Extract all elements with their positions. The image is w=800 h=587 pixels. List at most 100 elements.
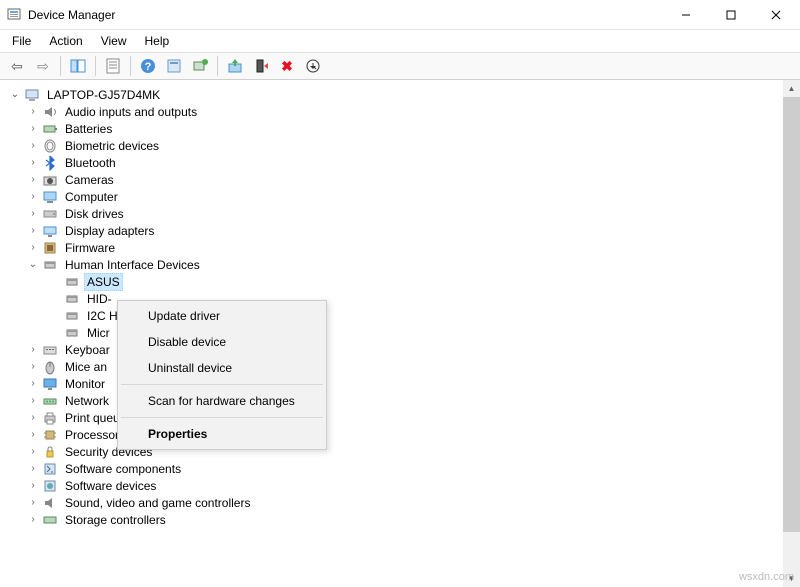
- minimize-button[interactable]: [663, 0, 708, 29]
- category-label: Cameras: [62, 172, 117, 188]
- svg-text:?: ?: [145, 61, 152, 73]
- chevron-right-icon[interactable]: ›: [26, 445, 40, 459]
- chevron-right-icon[interactable]: ›: [26, 428, 40, 442]
- firmware-icon: [42, 240, 58, 256]
- category-label: Network: [62, 393, 112, 409]
- tree-category[interactable]: › Cameras: [8, 172, 800, 188]
- category-label: Monitor: [62, 376, 108, 392]
- computer-icon: [42, 189, 58, 205]
- chevron-right-icon[interactable]: ›: [26, 122, 40, 136]
- category-label: Biometric devices: [62, 138, 162, 154]
- tree-category[interactable]: ›Audio inputs and outputs: [8, 104, 800, 120]
- menu-scan-hardware[interactable]: Scan for hardware changes: [120, 388, 324, 414]
- vertical-scrollbar[interactable]: ▲ ▼: [783, 80, 800, 587]
- mouse-icon: [42, 359, 58, 375]
- chevron-right-icon[interactable]: ›: [26, 360, 40, 374]
- category-label: Human Interface Devices: [62, 257, 203, 273]
- network-icon: [42, 393, 58, 409]
- toolbar-separator: [217, 56, 218, 76]
- tree-category[interactable]: ›Software devices: [8, 478, 800, 494]
- chevron-right-icon[interactable]: ›: [26, 207, 40, 221]
- action-button[interactable]: [162, 54, 186, 78]
- tree-root[interactable]: ⌄ LAPTOP-GJ57D4MK: [8, 87, 800, 103]
- tree-category[interactable]: ⌄ Human Interface Devices: [8, 257, 800, 273]
- chevron-right-icon[interactable]: ›: [26, 496, 40, 510]
- scroll-up-button[interactable]: ▲: [783, 80, 800, 97]
- update-driver-button[interactable]: [223, 54, 247, 78]
- monitor-icon: [42, 376, 58, 392]
- hid-icon: [42, 257, 58, 273]
- chevron-right-icon[interactable]: ›: [26, 411, 40, 425]
- scrollbar-track[interactable]: [783, 97, 800, 570]
- uninstall-device-button[interactable]: ✖: [275, 54, 299, 78]
- more-actions-button[interactable]: [301, 54, 325, 78]
- show-hide-tree-button[interactable]: [66, 54, 90, 78]
- category-label: Computer: [62, 189, 121, 205]
- properties-button[interactable]: [101, 54, 125, 78]
- help-button[interactable]: ?: [136, 54, 160, 78]
- chevron-right-icon[interactable]: ›: [26, 479, 40, 493]
- toolbar: ⇦ ⇨ ? ✖: [0, 52, 800, 80]
- chevron-right-icon[interactable]: ›: [26, 513, 40, 527]
- chevron-right-icon[interactable]: ›: [26, 139, 40, 153]
- printer-icon: [42, 410, 58, 426]
- category-label: Keyboar: [62, 342, 113, 358]
- tree-category[interactable]: ›Firmware: [8, 240, 800, 256]
- menu-action[interactable]: Action: [41, 32, 90, 50]
- tree-category[interactable]: ›Sound, video and game controllers: [8, 495, 800, 511]
- chevron-right-icon[interactable]: ›: [26, 394, 40, 408]
- tree-category[interactable]: ›Software components: [8, 461, 800, 477]
- tree-category[interactable]: › Computer: [8, 189, 800, 205]
- tree-category[interactable]: ›Bluetooth: [8, 155, 800, 171]
- chevron-down-icon[interactable]: ⌄: [26, 258, 40, 272]
- forward-button[interactable]: ⇨: [31, 54, 55, 78]
- menu-view[interactable]: View: [93, 32, 135, 50]
- processor-icon: [42, 427, 58, 443]
- computer-icon: [24, 87, 40, 103]
- chevron-right-icon[interactable]: ›: [26, 105, 40, 119]
- bluetooth-icon: [42, 155, 58, 171]
- close-button[interactable]: [753, 0, 798, 29]
- disable-device-button[interactable]: [249, 54, 273, 78]
- chevron-right-icon[interactable]: ›: [26, 343, 40, 357]
- chevron-right-icon[interactable]: ›: [26, 241, 40, 255]
- menu-file[interactable]: File: [4, 32, 39, 50]
- battery-icon: [42, 121, 58, 137]
- sound-icon: [42, 495, 58, 511]
- chevron-right-icon[interactable]: ›: [26, 156, 40, 170]
- app-icon: [6, 7, 22, 23]
- scrollbar-thumb[interactable]: [783, 97, 800, 532]
- menu-update-driver[interactable]: Update driver: [120, 303, 324, 329]
- tree-category[interactable]: ›Display adapters: [8, 223, 800, 239]
- audio-icon: [42, 104, 58, 120]
- category-label: Storage controllers: [62, 512, 169, 528]
- hid-device-icon: [64, 325, 80, 341]
- tree-category[interactable]: ›Batteries: [8, 121, 800, 137]
- menu-help[interactable]: Help: [137, 32, 178, 50]
- device-label: Micr: [84, 325, 113, 341]
- chevron-down-icon[interactable]: ⌄: [8, 88, 22, 102]
- menu-separator: [121, 417, 323, 418]
- toolbar-separator: [60, 56, 61, 76]
- tree-device-selected[interactable]: ›ASUS: [8, 274, 800, 290]
- window-title: Device Manager: [28, 8, 663, 22]
- chevron-right-icon[interactable]: ›: [26, 462, 40, 476]
- scan-hardware-button[interactable]: [188, 54, 212, 78]
- tree-category[interactable]: › Storage controllers: [8, 512, 800, 528]
- tree-category[interactable]: › Biometric devices: [8, 138, 800, 154]
- chevron-right-icon[interactable]: ›: [26, 173, 40, 187]
- back-button[interactable]: ⇦: [5, 54, 29, 78]
- menu-properties[interactable]: Properties: [120, 421, 324, 447]
- disk-icon: [42, 206, 58, 222]
- chevron-right-icon[interactable]: ›: [26, 224, 40, 238]
- tree-category[interactable]: ›Disk drives: [8, 206, 800, 222]
- menu-uninstall-device[interactable]: Uninstall device: [120, 355, 324, 381]
- chevron-right-icon[interactable]: ›: [26, 190, 40, 204]
- storage-controller-icon: [42, 512, 58, 528]
- arrow-left-icon: ⇦: [9, 58, 25, 74]
- maximize-button[interactable]: [708, 0, 753, 29]
- chevron-right-icon[interactable]: ›: [26, 377, 40, 391]
- toolbar-separator: [130, 56, 131, 76]
- software-component-icon: [42, 461, 58, 477]
- menu-disable-device[interactable]: Disable device: [120, 329, 324, 355]
